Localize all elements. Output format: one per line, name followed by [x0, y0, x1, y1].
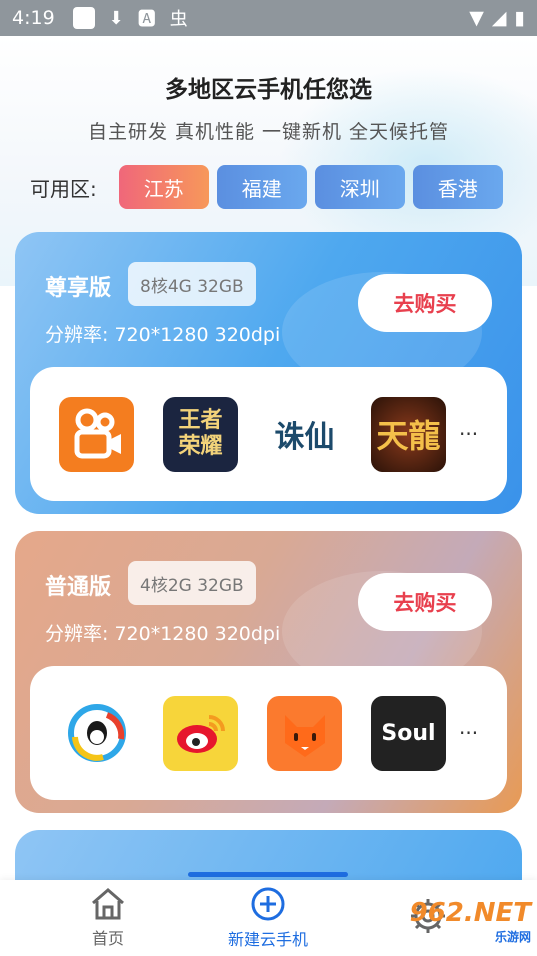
- tianlong-text: 天龍: [376, 417, 441, 455]
- soul-icon: Soul: [371, 695, 446, 771]
- plan-resolution: 分辨率: 720*1280 320dpi: [45, 324, 281, 346]
- region-label: 可用区:: [30, 176, 97, 201]
- notification-square-icon: [72, 7, 95, 29]
- region-chip-shenzhen[interactable]: 深圳: [314, 165, 405, 209]
- nav-home[interactable]: 首页: [18, 880, 198, 956]
- plan-spec-badge: 8核4G 32GB: [128, 262, 256, 306]
- region-chip-fujian[interactable]: 福建: [216, 165, 307, 209]
- plan-tier: 尊享版: [45, 276, 112, 301]
- weibo-icon: [163, 695, 238, 771]
- app-list: Soul ···: [30, 666, 507, 800]
- status-bar: 4:19 ⬇ 🅰 虫 ▼ ◢ ▮: [0, 0, 537, 36]
- bug-icon: 虫: [169, 9, 188, 30]
- a-badge-icon: 🅰: [137, 9, 156, 30]
- plus-circle-icon: [251, 887, 285, 921]
- region-chip-jiangsu[interactable]: 江苏: [118, 165, 209, 209]
- nav-new-label: 新建云手机: [227, 930, 308, 949]
- wangzhe-line1: 王者: [178, 408, 223, 433]
- buy-button[interactable]: 去购买: [358, 274, 492, 332]
- fox-icon: [267, 695, 342, 771]
- kuaishou-icon: [59, 396, 134, 472]
- wifi-icon: ▼: [469, 7, 484, 29]
- status-right: ▼ ◢ ▮: [469, 7, 525, 29]
- plan-spec-badge: 4核2G 32GB: [128, 561, 256, 605]
- plan-resolution: 分辨率: 720*1280 320dpi: [45, 623, 281, 645]
- nav-active-indicator: [188, 872, 348, 877]
- plan-card-premium[interactable]: 尊享版 8核4G 32GB 分辨率: 720*1280 320dpi 去购买 王…: [15, 232, 522, 514]
- site-watermark: 962.NET 乐游网: [410, 898, 531, 945]
- download-icon: ⬇: [108, 7, 124, 29]
- soul-text: Soul: [381, 720, 436, 746]
- watermark-sub: 乐游网: [494, 930, 531, 944]
- wangzhe-rongyao-icon: 王者 荣耀: [163, 396, 238, 472]
- watermark-text: 962.NET: [409, 898, 531, 928]
- region-selector: 可用区: 江苏 福建 深圳 香港: [30, 165, 511, 209]
- page-subtitle: 自主研发 真机性能 一键新机 全天候托管: [87, 121, 450, 143]
- home-icon: [92, 888, 124, 920]
- signal-icon: ◢: [491, 7, 507, 29]
- status-time: 4:19: [12, 7, 55, 29]
- tianlong-icon: 天龍: [371, 396, 446, 472]
- zhuxian-icon: 诛仙: [267, 396, 342, 472]
- wangzhe-line2: 荣耀: [178, 434, 223, 459]
- plan-tier: 普通版: [45, 575, 112, 600]
- nav-new-cloud-phone[interactable]: 新建云手机: [178, 880, 358, 956]
- buy-button[interactable]: 去购买: [358, 573, 492, 631]
- battery-icon: ▮: [514, 7, 525, 29]
- more-apps-icon[interactable]: ···: [459, 422, 478, 446]
- app-list: 王者 荣耀 诛仙 天龍 ···: [30, 367, 507, 501]
- nav-home-label: 首页: [91, 929, 124, 948]
- more-apps-icon[interactable]: ···: [459, 721, 478, 745]
- region-chip-hongkong[interactable]: 香港: [412, 165, 503, 209]
- page-title: 多地区云手机任您选: [165, 77, 372, 103]
- zhuxian-text: 诛仙: [274, 420, 335, 455]
- plan-card-standard[interactable]: 普通版 4核2G 32GB 分辨率: 720*1280 320dpi 去购买 S…: [15, 531, 522, 813]
- qq-icon: [59, 695, 134, 771]
